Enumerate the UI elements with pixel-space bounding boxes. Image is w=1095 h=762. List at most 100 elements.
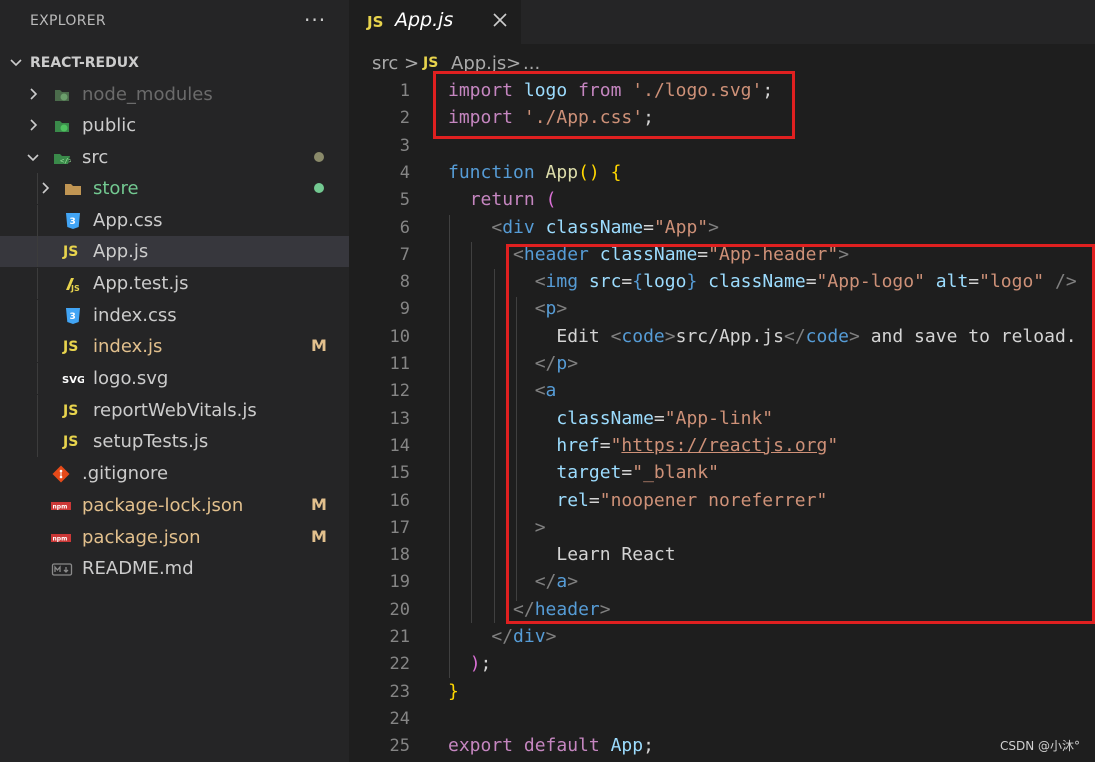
line-number: 2: [399, 108, 410, 129]
tree-item-label: package.json: [82, 527, 201, 548]
tree-item-logo-svg[interactable]: SVG logo.svg: [0, 363, 349, 394]
code-line: 6 <div className="App">: [349, 215, 1095, 242]
modified-badge: M: [311, 336, 327, 355]
line-number: 8: [399, 272, 410, 293]
tree-item-label: setupTests.js: [93, 431, 209, 452]
line-number: 23: [389, 681, 410, 702]
js-file-icon: JS: [63, 434, 79, 450]
svg-text:JS: JS: [70, 284, 80, 293]
tree-item-label: package-lock.json: [82, 495, 244, 516]
test-js-file-icon: JS: [66, 278, 80, 293]
js-file-icon: JS: [63, 339, 79, 355]
line-number: 12: [389, 381, 410, 402]
tree-item-node-modules[interactable]: node_modules: [0, 79, 349, 110]
chevron-down-icon: [10, 59, 22, 67]
breadcrumb-src[interactable]: src: [372, 53, 398, 74]
code-text: );: [469, 653, 492, 675]
modified-dot: [314, 152, 324, 162]
svg-text:SVG: SVG: [62, 375, 84, 386]
highlight-box-header: [506, 244, 1095, 624]
breadcrumb-separator: >: [404, 53, 420, 74]
tree-item-report-web-vitals-js[interactable]: JS reportWebVitals.js: [0, 395, 349, 426]
node-folder-icon: [55, 90, 69, 101]
explorer-title: EXPLORER: [30, 13, 106, 29]
npm-file-icon: npm: [51, 534, 71, 543]
js-file-icon: JS: [367, 13, 384, 31]
tab-app-js[interactable]: JS App.js: [349, 0, 521, 44]
tree-item-label: App.test.js: [93, 273, 189, 294]
tree-item-readme-md[interactable]: README.md: [0, 553, 349, 584]
explorer-sidebar: EXPLORER ··· REACT-REDUX node_modules pu…: [0, 0, 349, 762]
project-name: REACT-REDUX: [30, 55, 139, 71]
tree-item-label: public: [82, 115, 137, 136]
tree-item-index-js[interactable]: JS index.js M: [0, 331, 349, 362]
indent-guide: [37, 363, 38, 394]
tree-item-setup-tests-js[interactable]: JS setupTests.js: [0, 426, 349, 457]
watermark: CSDN @小沐°: [1000, 739, 1081, 753]
tree-item-label: index.css: [93, 305, 177, 326]
line-number: 16: [389, 490, 410, 511]
svg-text:npm: npm: [53, 536, 68, 543]
svg-file-icon: SVG: [62, 375, 84, 386]
indent-guide: [37, 205, 38, 236]
tree-item-label: store: [93, 178, 139, 199]
tree-item-label: App.js: [93, 241, 149, 262]
tree-item-label: src: [82, 147, 109, 168]
tree-item-public[interactable]: public: [0, 110, 349, 141]
tree-item-app-js[interactable]: JS App.js: [0, 236, 349, 267]
tree-item-package-json[interactable]: npm package.json M: [0, 522, 349, 553]
project-section-header[interactable]: REACT-REDUX: [0, 50, 349, 76]
tree-item-store[interactable]: store: [0, 173, 349, 204]
line-number: 5: [399, 190, 410, 211]
code-text: export default App;: [448, 735, 654, 757]
indent-guide: [37, 395, 38, 426]
src-folder-icon: </>: [54, 154, 71, 165]
code-line: 23}: [349, 679, 1095, 706]
line-number: 10: [389, 326, 410, 347]
chevron-right-icon: [30, 119, 38, 131]
svg-text:3: 3: [70, 217, 76, 227]
line-number: 7: [399, 244, 410, 265]
line-number: 6: [399, 217, 410, 238]
tab-bar: JS App.js: [349, 0, 1095, 44]
css-file-icon: 3: [66, 308, 80, 324]
tree-item-gitignore[interactable]: .gitignore: [0, 458, 349, 489]
js-file-icon: JS: [63, 244, 79, 260]
line-number: 14: [389, 435, 410, 456]
tree-item-label: index.js: [93, 336, 163, 357]
markdown-file-icon: [51, 563, 73, 576]
tree-item-label: logo.svg: [93, 368, 169, 389]
indent-guide: [37, 236, 38, 267]
line-number: 4: [399, 162, 410, 183]
code-editor[interactable]: 1 import logo from './logo.svg'; 2 import …: [349, 71, 1095, 762]
code-text: function App() {: [448, 161, 622, 183]
js-file-icon: JS: [63, 403, 79, 419]
code-text: <div className="App">: [491, 216, 719, 238]
indent-guide: [37, 331, 38, 362]
more-actions-button[interactable]: ···: [304, 8, 326, 32]
tree-item-package-lock-json[interactable]: npm package-lock.json M: [0, 490, 349, 521]
line-number: 17: [389, 517, 410, 538]
svg-text:npm: npm: [53, 504, 68, 511]
svg-text:</>: </>: [60, 157, 71, 165]
tree-item-label: node_modules: [82, 84, 213, 105]
close-icon[interactable]: [492, 12, 508, 28]
tree-item-index-css[interactable]: 3 index.css: [0, 300, 349, 331]
line-number: 25: [389, 736, 410, 757]
code-line: 22 );: [349, 651, 1095, 678]
code-text: return (: [469, 189, 557, 211]
tree-item-label: .gitignore: [82, 463, 169, 484]
tree-item-src[interactable]: </> src: [0, 142, 349, 173]
highlight-box-imports: [433, 71, 795, 139]
folder-icon: [65, 184, 81, 195]
code-text: }: [448, 680, 459, 702]
git-file-icon: [52, 465, 70, 483]
line-number: 21: [389, 627, 410, 647]
code-line: 24: [349, 706, 1095, 733]
modified-badge: M: [311, 527, 327, 546]
explorer-header: EXPLORER ···: [0, 0, 349, 42]
tree-item-app-css[interactable]: 3 App.css: [0, 205, 349, 236]
tree-item-label: App.css: [93, 210, 163, 231]
tree-item-app-test-js[interactable]: JS App.test.js: [0, 268, 349, 299]
untracked-dot: [314, 183, 324, 193]
